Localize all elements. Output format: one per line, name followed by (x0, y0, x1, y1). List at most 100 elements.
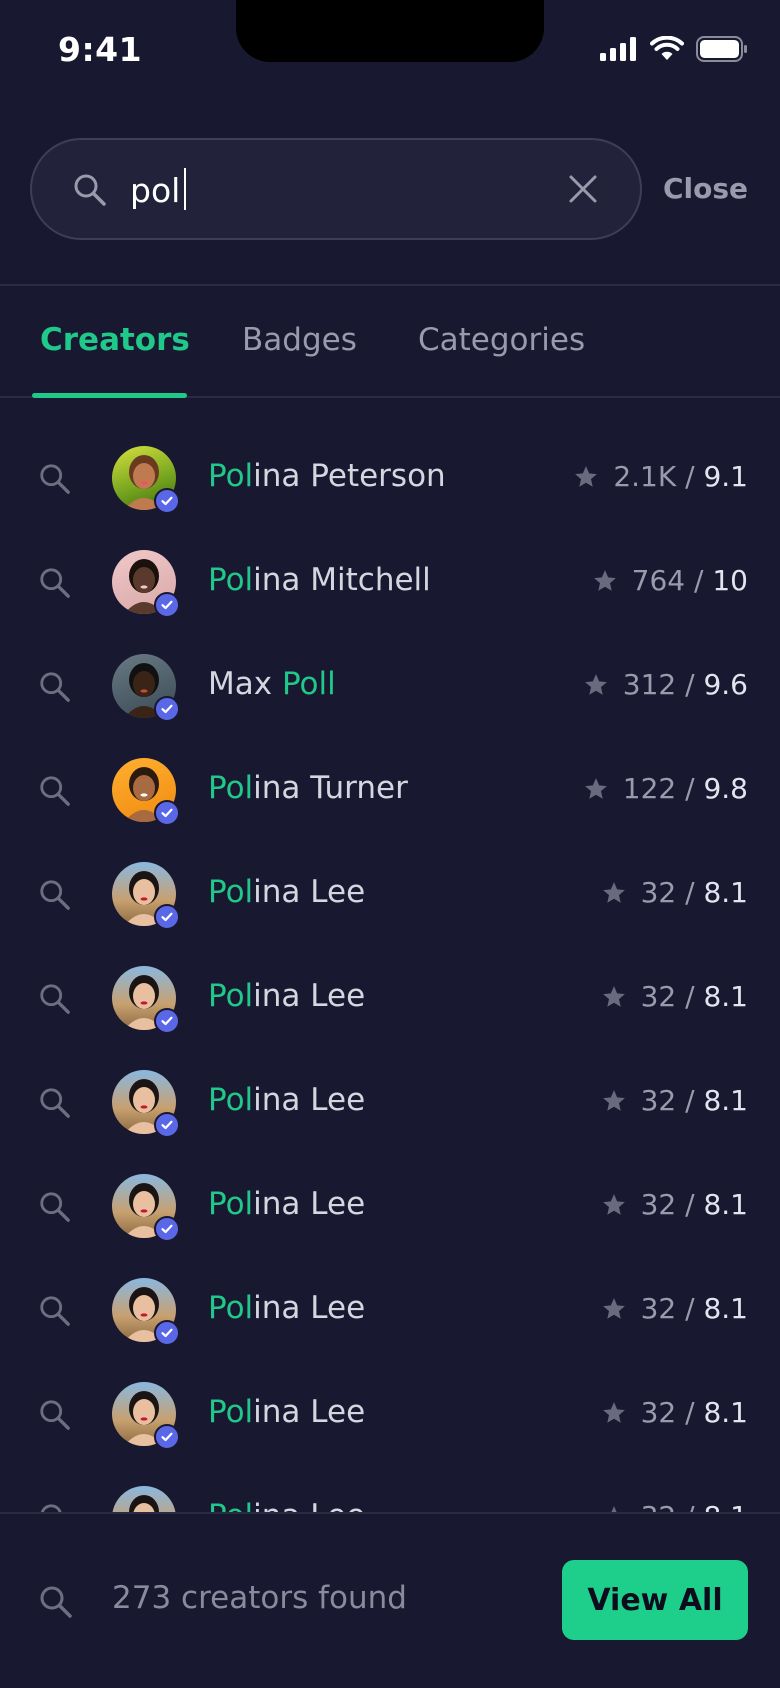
list-item[interactable]: Polina Lee 32 / 8.1 (0, 842, 780, 946)
verified-badge-icon (154, 1216, 180, 1242)
name-suffix: ina Lee (253, 1082, 366, 1118)
rating-score: 8.1 (703, 1500, 748, 1512)
avatar (112, 862, 180, 930)
rating-score: 9.8 (703, 772, 748, 805)
list-item[interactable]: Polina Mitchell 764 / 10 (0, 530, 780, 634)
rating-score: 8.1 (703, 876, 748, 909)
list-item[interactable]: Max Poll 312 / 9.6 (0, 634, 780, 738)
results-list[interactable]: Polina Peterson 2.1K / 9.1 Polina Mitchell… (0, 426, 780, 1512)
creator-stats: 32 / 8.1 (601, 980, 748, 1013)
verified-badge-icon (154, 800, 180, 826)
rating-count: 122 (622, 772, 677, 805)
list-item[interactable]: Polina Lee 32 / 8.1 (0, 1154, 780, 1258)
search-icon (40, 1192, 70, 1222)
search-icon (40, 1296, 70, 1326)
rating-score: 10 (712, 564, 748, 597)
creator-stats: 2.1K / 9.1 (573, 460, 748, 493)
results-count: 273 creators found (112, 1580, 407, 1616)
name-suffix: ina Lee (253, 874, 366, 910)
search-input[interactable]: pol (30, 138, 642, 240)
name-match-highlight: Pol (208, 1498, 253, 1512)
star-icon (610, 1505, 617, 1512)
creator-stats: 122 / 9.8 (583, 772, 748, 805)
list-item[interactable]: Polina Lee 32 / 8.1 (0, 1258, 780, 1362)
star-icon (602, 1193, 625, 1215)
tab-badges[interactable]: Badges (242, 322, 357, 358)
creator-name: Polina Lee (208, 1394, 365, 1430)
verified-badge-icon (154, 696, 180, 722)
creator-name: Polina Turner (208, 770, 408, 806)
battery-icon (696, 36, 747, 62)
rating-count: 32 (640, 1188, 677, 1221)
rating-score: 8.1 (703, 980, 748, 1013)
status-icons (600, 36, 748, 62)
creator-stats: 32 / 8.1 (601, 1396, 748, 1429)
avatar (112, 654, 180, 722)
avatar (112, 1174, 180, 1242)
clear-search-icon[interactable] (564, 170, 602, 208)
tab-creators[interactable]: Creators (40, 322, 190, 358)
name-match-highlight: Pol (208, 1394, 254, 1430)
list-item[interactable]: Polina Peterson 2.1K / 9.1 (0, 426, 780, 530)
search-row: pol Close (0, 138, 780, 240)
search-icon (40, 1400, 70, 1430)
search-icon (40, 464, 70, 494)
name-match-highlight: Pol (208, 1290, 254, 1326)
star-icon (584, 777, 607, 799)
list-item[interactable]: Polina Lee 32 / 8.1 (0, 1466, 780, 1512)
name-suffix: ina Peterson (253, 458, 446, 494)
search-icon (40, 1586, 72, 1618)
cellular-signal-icon (600, 37, 636, 61)
name-match-highlight: Poll (281, 666, 336, 702)
name-match-highlight: Pol (208, 1186, 254, 1222)
search-query-text: pol (130, 171, 181, 210)
name-suffix: ina Lee (253, 1498, 365, 1512)
creator-stats: 32 / 8.1 (601, 1292, 748, 1325)
name-suffix: ina Lee (253, 978, 366, 1014)
rating-count: 2.1K (613, 460, 677, 493)
list-item[interactable]: Polina Turner 122 / 9.8 (0, 738, 780, 842)
name-match-highlight: Pol (208, 458, 254, 494)
avatar (112, 1486, 176, 1512)
avatar (112, 966, 180, 1034)
star-icon (602, 1297, 625, 1319)
rating-count: 32 (641, 1500, 677, 1512)
name-suffix: ina Lee (253, 1290, 366, 1326)
list-item[interactable]: Polina Lee 32 / 8.1 (0, 946, 780, 1050)
rating-count: 32 (640, 876, 677, 909)
star-icon (602, 1401, 625, 1423)
name-suffix: ina Turner (253, 770, 408, 806)
avatar (112, 1382, 180, 1450)
creator-name: Polina Lee (208, 874, 365, 910)
avatar (112, 1278, 180, 1346)
status-bar: 9:41 (0, 0, 780, 100)
search-icon (40, 984, 70, 1014)
verified-badge-icon (154, 1320, 180, 1346)
star-icon (584, 673, 607, 695)
tab-categories[interactable]: Categories (418, 322, 585, 358)
verified-badge-icon (154, 1112, 180, 1138)
list-item[interactable]: Polina Lee 32 / 8.1 (0, 1050, 780, 1154)
star-icon (575, 465, 598, 487)
verified-badge-icon (154, 1424, 180, 1450)
rating-score: 9.6 (703, 668, 748, 701)
star-icon (602, 1089, 625, 1111)
results-footer: 273 creators found View All (0, 1512, 780, 1688)
creator-name: Polina Lee (208, 1498, 365, 1512)
list-item[interactable]: Polina Lee 32 / 8.1 (0, 1362, 780, 1466)
search-icon (40, 1088, 70, 1118)
search-icon (40, 568, 70, 598)
view-all-button[interactable]: View All (562, 1560, 748, 1640)
star-icon (602, 985, 625, 1007)
avatar (112, 1070, 180, 1138)
name-match-highlight: Pol (208, 978, 254, 1014)
verified-badge-icon (154, 488, 180, 514)
avatar (112, 446, 180, 514)
status-time: 9:41 (58, 30, 143, 69)
rating-count: 32 (640, 1084, 677, 1117)
creator-name: Polina Mitchell (208, 562, 431, 598)
rating-score: 8.1 (703, 1396, 748, 1429)
creator-stats: 32 / 8.1 (601, 1084, 748, 1117)
close-button[interactable]: Close (663, 172, 748, 205)
creator-name: Max Poll (208, 666, 336, 702)
